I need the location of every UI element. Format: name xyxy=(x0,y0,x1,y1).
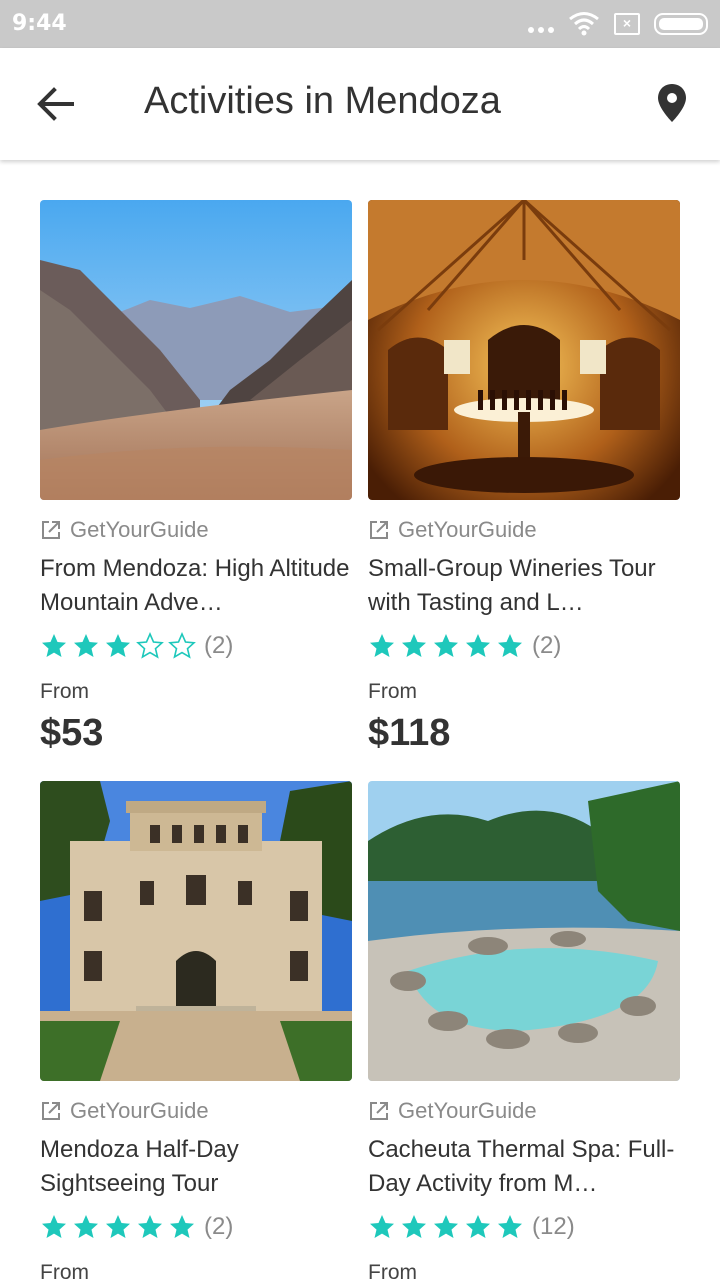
star-filled-icon xyxy=(370,1215,394,1238)
star-filled-icon xyxy=(74,634,98,657)
price: $118 xyxy=(368,712,451,754)
page-title: Activities in Mendoza xyxy=(144,80,501,122)
star-filled-icon xyxy=(402,634,426,657)
rating: (2) xyxy=(40,626,352,666)
status-bar: 9:44 × xyxy=(0,0,720,48)
star-filled-icon xyxy=(370,634,394,657)
star-filled-icon xyxy=(498,1215,522,1238)
star-filled-icon xyxy=(434,634,458,657)
activity-card[interactable]: GetYourGuide Cacheuta Thermal Spa: Full-… xyxy=(368,781,680,1285)
star-filled-icon xyxy=(42,1215,66,1238)
rating: (2) xyxy=(368,626,680,666)
app-bar: Activities in Mendoza xyxy=(0,48,720,160)
activity-title[interactable]: Cacheuta Thermal Spa: Full-Day Activity … xyxy=(368,1133,680,1201)
provider-link[interactable]: GetYourGuide xyxy=(40,1097,352,1125)
provider-name: GetYourGuide xyxy=(398,1098,537,1123)
star-rating xyxy=(40,632,196,660)
battery-icon xyxy=(654,13,708,35)
star-filled-icon xyxy=(106,1215,130,1238)
activity-title[interactable]: Small-Group Wineries Tour with Tasting a… xyxy=(368,552,680,620)
star-rating xyxy=(368,1213,524,1241)
activity-card[interactable]: GetYourGuide Small-Group Wineries Tour w… xyxy=(368,200,680,755)
sim-card-icon: × xyxy=(614,13,640,35)
star-filled-icon xyxy=(466,1215,490,1238)
from-label: From xyxy=(40,680,89,703)
price: $53 xyxy=(40,712,104,754)
provider-name: GetYourGuide xyxy=(70,517,209,542)
activity-title[interactable]: From Mendoza: High Altitude Mountain Adv… xyxy=(40,552,352,620)
from-label: From xyxy=(368,1261,417,1284)
review-count: (12) xyxy=(532,1213,575,1240)
from-label: From xyxy=(368,680,417,703)
star-filled-icon xyxy=(42,634,66,657)
map-pin-icon[interactable] xyxy=(652,80,692,128)
star-filled-icon xyxy=(402,1215,426,1238)
activity-card[interactable]: GetYourGuide Mendoza Half-Day Sightseein… xyxy=(40,781,352,1285)
activity-title[interactable]: Mendoza Half-Day Sightseeing Tour xyxy=(40,1133,352,1201)
star-filled-icon xyxy=(434,1215,458,1238)
star-filled-icon xyxy=(74,1215,98,1238)
star-rating xyxy=(40,1213,196,1241)
star-filled-icon xyxy=(170,1215,194,1238)
activity-image-mountain-valley[interactable] xyxy=(40,200,352,500)
provider-name: GetYourGuide xyxy=(70,1098,209,1123)
review-count: (2) xyxy=(204,632,234,659)
activity-card[interactable]: GetYourGuide From Mendoza: High Altitude… xyxy=(40,200,352,755)
rating: (2) xyxy=(40,1207,352,1247)
star-rating xyxy=(368,632,524,660)
back-arrow-icon[interactable] xyxy=(34,84,78,124)
external-link-icon xyxy=(370,1102,388,1120)
star-outline-icon xyxy=(136,632,164,659)
external-link-icon xyxy=(42,521,60,539)
status-time: 9:44 xyxy=(12,11,67,36)
rating: (12) xyxy=(368,1207,680,1247)
provider-link[interactable]: GetYourGuide xyxy=(40,516,352,544)
provider-link[interactable]: GetYourGuide xyxy=(368,516,680,544)
wifi-icon xyxy=(569,12,599,36)
provider-link[interactable]: GetYourGuide xyxy=(368,1097,680,1125)
status-icons: × xyxy=(528,10,708,38)
activity-image-historic-building[interactable] xyxy=(40,781,352,1081)
provider-name: GetYourGuide xyxy=(398,517,537,542)
star-outline-icon xyxy=(168,632,196,659)
external-link-icon xyxy=(42,1102,60,1120)
activity-image-wine-cellar[interactable] xyxy=(368,200,680,500)
star-filled-icon xyxy=(466,634,490,657)
more-dots-icon xyxy=(528,27,554,33)
review-count: (2) xyxy=(204,1213,234,1240)
star-filled-icon xyxy=(106,634,130,657)
from-label: From xyxy=(40,1261,89,1284)
star-filled-icon xyxy=(498,634,522,657)
activity-image-thermal-pool[interactable] xyxy=(368,781,680,1081)
review-count: (2) xyxy=(532,632,562,659)
external-link-icon xyxy=(370,521,388,539)
star-filled-icon xyxy=(138,1215,162,1238)
